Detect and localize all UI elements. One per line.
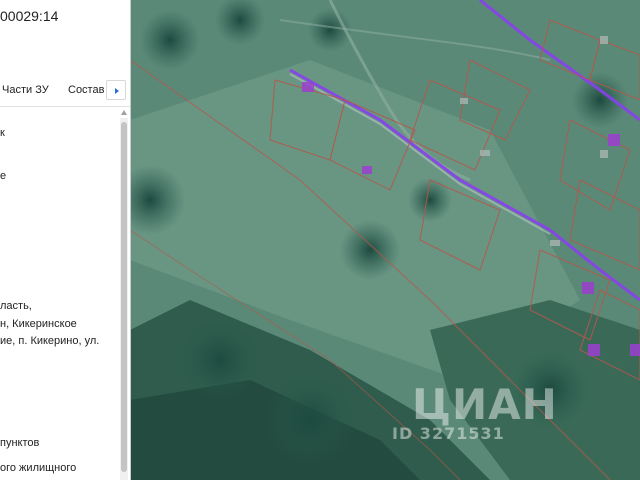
permitted-use-fragment: ого жилищного [0,462,77,474]
house [600,36,608,44]
satellite-map[interactable] [130,0,640,480]
tree-clump [340,220,400,280]
address-line: н, Кикеринское [0,318,77,330]
building-footprint [588,344,600,356]
tree-clump [408,178,452,222]
tab-parcel-parts[interactable]: Части ЗУ [2,84,49,96]
building-footprint [608,134,620,146]
tree-clump [265,375,355,465]
object-info-panel: 00029:14 Части ЗУ Состав к е ласть, н, К… [0,0,131,480]
tree-clump [572,72,628,128]
scroll-up-arrow[interactable] [121,110,127,115]
house [460,98,468,104]
map-canvas[interactable] [130,0,640,480]
building-footprint [630,344,640,356]
tree-clump [510,350,590,430]
panel-tabs: Части ЗУ Состав [0,76,130,107]
tree-clump [180,320,260,400]
chevron-right-icon [115,88,119,94]
land-category-fragment: пунктов [0,437,40,449]
building-footprint [362,166,372,174]
address-line: ласть, [0,300,32,312]
tabs-next-button[interactable] [106,80,126,100]
tree-clump [140,10,200,70]
tab-composition[interactable]: Состав [68,84,104,96]
attribute-value-fragment: к [0,127,5,139]
attribute-value-fragment: е [0,170,7,182]
address-line: ие, п. Кикерино, ул. [0,335,100,347]
cadastral-number: 00029:14 [0,8,59,24]
scrollbar-thumb[interactable] [121,122,127,472]
house [550,240,560,246]
building-footprint [302,82,314,92]
house [600,150,608,158]
house [480,150,490,156]
building-footprint [582,282,594,294]
